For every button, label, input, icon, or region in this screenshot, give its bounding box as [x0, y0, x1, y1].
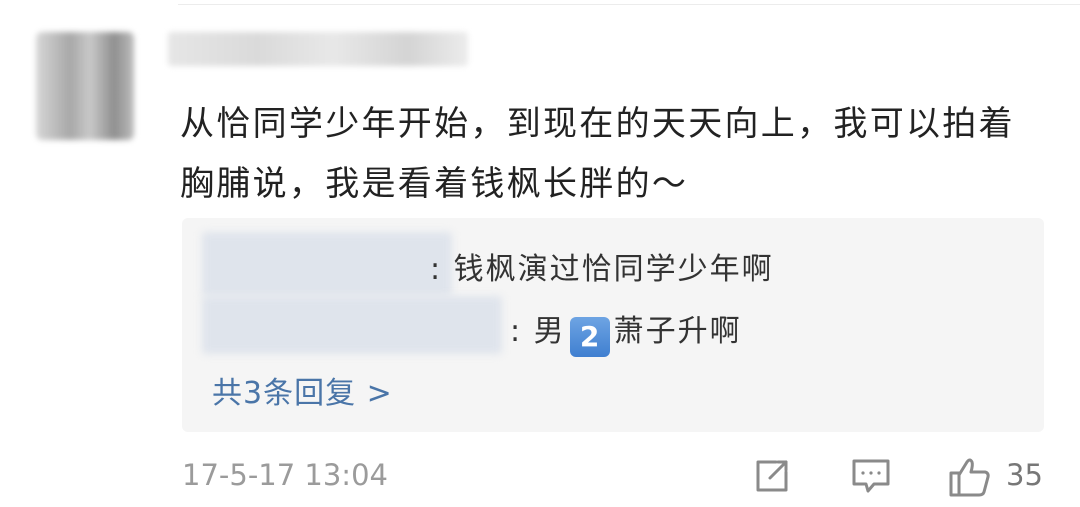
comment-button[interactable]: [850, 456, 892, 500]
share-icon: [756, 460, 788, 492]
reply-text-before: 男: [533, 314, 566, 349]
view-more-replies-link[interactable]: 共3条回复 >: [212, 368, 393, 412]
reply-box[interactable]: : 钱枫演过恰同学少年啊 : 男 2 萧子升啊 共3条回复 >: [182, 218, 1044, 432]
timestamp: 17-5-17 13:04: [182, 458, 388, 492]
reply-separator: :: [510, 314, 523, 349]
reply-author-1[interactable]: [202, 232, 452, 296]
avatar[interactable]: [36, 32, 134, 140]
reply-item-1: : 钱枫演过恰同学少年啊: [430, 244, 774, 288]
like-button[interactable]: [948, 456, 992, 502]
username[interactable]: [168, 32, 468, 66]
thumbs-up-icon: [949, 458, 990, 497]
comment-icon: [852, 459, 890, 493]
share-button[interactable]: [752, 456, 792, 500]
comment-text: 从恰同学少年开始，到现在的天天向上，我可以拍着胸脯说，我是看着钱枫长胖的～: [180, 104, 1015, 204]
number-2-emoji: 2: [569, 317, 610, 357]
reply-item-2: : 男 2 萧子升啊: [510, 306, 742, 357]
reply-separator: :: [430, 252, 443, 287]
reply-text-after: 萧子升啊: [613, 314, 742, 349]
like-count: 35: [1006, 458, 1043, 492]
reply-text: 钱枫演过恰同学少年啊: [453, 252, 774, 287]
reply-author-2[interactable]: [202, 296, 502, 354]
top-divider: [178, 4, 1080, 5]
